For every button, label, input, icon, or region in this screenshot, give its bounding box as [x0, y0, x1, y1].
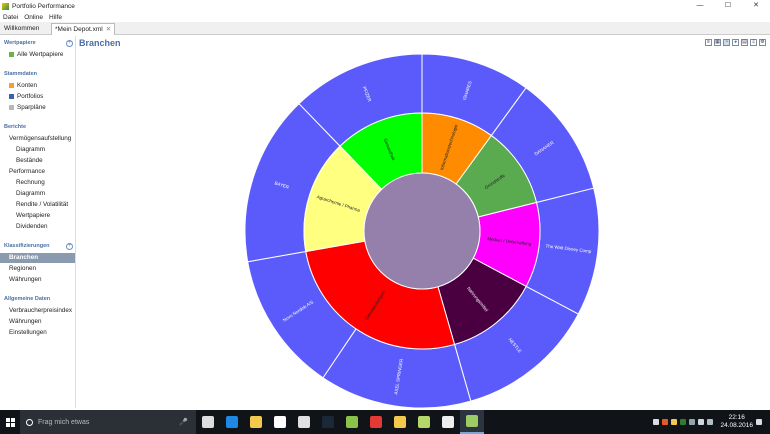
sunburst-center[interactable]: [363, 172, 481, 290]
cortana-icon: [26, 418, 33, 426]
file-manager-taskbar-icon[interactable]: [388, 410, 412, 434]
explorer-taskbar-icon[interactable]: [244, 410, 268, 434]
game-taskbar-icon[interactable]: [340, 410, 364, 434]
tray-app-icon[interactable]: [671, 419, 678, 425]
calculator-taskbar-icon[interactable]: [292, 410, 316, 434]
tray-expand-icon[interactable]: [653, 419, 660, 425]
chrome-taskbar-icon[interactable]: [364, 410, 388, 434]
keyboard-icon[interactable]: [707, 419, 714, 425]
start-button[interactable]: [0, 410, 20, 434]
tray-app-icon[interactable]: [662, 419, 669, 425]
taskbar-apps: [196, 410, 484, 434]
volume-icon[interactable]: [698, 419, 705, 425]
steam-taskbar-icon[interactable]: [316, 410, 340, 434]
clock-time: 22:16: [728, 414, 745, 421]
portfolio-taskbar-icon[interactable]: [412, 410, 436, 434]
network-icon[interactable]: [689, 419, 696, 425]
windows-taskbar: Frag mich etwas 🎤 22:16 24.08.2016: [0, 410, 770, 434]
tray-app-icon[interactable]: [680, 419, 687, 425]
system-tray: 22:16 24.08.2016: [653, 410, 762, 434]
store-taskbar-icon[interactable]: [268, 410, 292, 434]
taskbar-search[interactable]: Frag mich etwas 🎤: [20, 410, 196, 434]
task-view-taskbar-icon[interactable]: [196, 410, 220, 434]
security-taskbar-icon[interactable]: [436, 410, 460, 434]
system-clock[interactable]: 22:16 24.08.2016: [720, 414, 753, 430]
windows-logo-icon: [5, 417, 15, 427]
notifications-icon[interactable]: [756, 419, 762, 425]
portfolio-performance-taskbar-icon[interactable]: [460, 410, 484, 434]
branchen-sunburst-chart: ISHARESDANAHERThe Walt Disney CompNESTLE…: [244, 53, 600, 409]
edge-taskbar-icon[interactable]: [220, 410, 244, 434]
clock-date: 24.08.2016: [720, 422, 753, 429]
search-placeholder: Frag mich etwas: [38, 418, 90, 426]
microphone-icon[interactable]: 🎤: [179, 418, 188, 426]
